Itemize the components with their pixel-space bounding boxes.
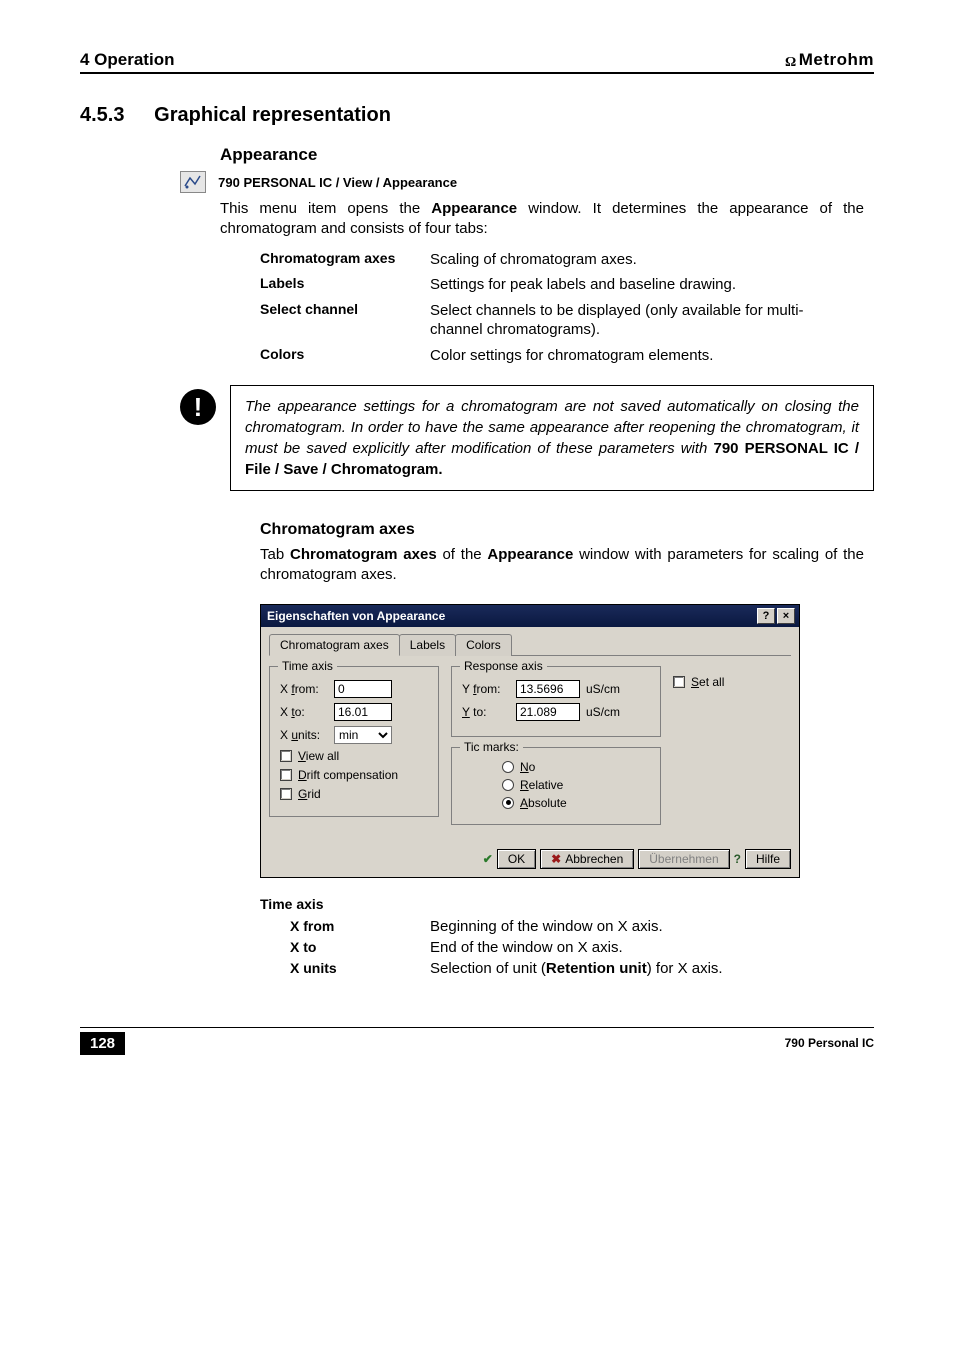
section-number: 4.5.3 bbox=[80, 104, 150, 127]
def-term: X from bbox=[290, 918, 430, 935]
viewall-checkbox[interactable] bbox=[280, 750, 292, 762]
def-desc: End of the window on X axis. bbox=[430, 939, 874, 956]
help-q-icon: ? bbox=[734, 852, 741, 866]
def-term: X to bbox=[290, 939, 430, 956]
dialog-help-button[interactable]: ? bbox=[757, 608, 775, 624]
tab-labels[interactable]: Labels bbox=[399, 634, 456, 656]
header-brand: ΩMetrohm bbox=[785, 50, 874, 70]
page-number: 128 bbox=[80, 1032, 125, 1055]
section-title: Graphical representation bbox=[154, 104, 391, 126]
apply-button[interactable]: Übernehmen bbox=[638, 849, 729, 869]
def-desc: Beginning of the window on X axis. bbox=[430, 918, 874, 935]
ok-check-icon: ✔ bbox=[483, 852, 493, 866]
def-term: Select channel bbox=[260, 301, 430, 340]
appearance-def-table: Chromatogram axesScaling of chromatogram… bbox=[260, 250, 874, 366]
xunits-label: X units: bbox=[280, 728, 328, 742]
warning-icon: ! bbox=[180, 389, 216, 425]
grid-label: Grid bbox=[298, 787, 321, 801]
header-chapter: 4 Operation bbox=[80, 50, 174, 70]
yfrom-input[interactable] bbox=[516, 680, 580, 698]
dialog-title: Eigenschaften von Appearance bbox=[267, 609, 755, 623]
def-desc: Selection of unit (Retention unit) for X… bbox=[430, 960, 874, 977]
tic-no-label: No bbox=[520, 760, 535, 774]
time-axis-def-table: X fromBeginning of the window on X axis.… bbox=[290, 918, 874, 977]
yfrom-label: Y from: bbox=[462, 682, 510, 696]
def-term: X units bbox=[290, 960, 430, 977]
tic-relative-label: Relative bbox=[520, 778, 563, 792]
tab-colors[interactable]: Colors bbox=[455, 634, 512, 656]
xfrom-label: X from: bbox=[280, 682, 328, 696]
yto-unit: uS/cm bbox=[586, 705, 620, 719]
tic-absolute-label: Absolute bbox=[520, 796, 567, 810]
xto-label: X to: bbox=[280, 705, 328, 719]
def-desc: Color settings for chromatogram elements… bbox=[430, 346, 874, 366]
footer-product: 790 Personal IC bbox=[785, 1036, 874, 1050]
tic-relative-radio[interactable] bbox=[502, 779, 514, 791]
cancel-button[interactable]: ✖Abbrechen bbox=[540, 849, 634, 869]
dialog-close-button[interactable]: × bbox=[777, 608, 795, 624]
yto-label: Y to: bbox=[462, 705, 510, 719]
note-box: The appearance settings for a chromatogr… bbox=[230, 385, 874, 491]
chrom-axes-heading: Chromatogram axes bbox=[260, 521, 874, 539]
def-desc: Scaling of chromatogram axes. bbox=[430, 250, 874, 270]
grid-checkbox[interactable] bbox=[280, 788, 292, 800]
dialog-tabstrip: Chromatogram axes Labels Colors bbox=[269, 633, 791, 656]
setall-checkbox[interactable] bbox=[673, 676, 685, 688]
appearance-intro: This menu item opens the Appearance wind… bbox=[220, 199, 864, 240]
setall-label: Set all bbox=[691, 675, 724, 689]
response-axis-group: Response axis bbox=[460, 659, 547, 673]
def-term: Labels bbox=[260, 275, 430, 295]
time-axis-heading: Time axis bbox=[260, 896, 874, 912]
appearance-heading: Appearance bbox=[220, 145, 874, 165]
time-axis-group: Time axis bbox=[278, 659, 337, 673]
def-desc: Select channels to be displayed (only av… bbox=[430, 301, 874, 340]
xto-input[interactable] bbox=[334, 703, 392, 721]
yfrom-unit: uS/cm bbox=[586, 682, 620, 696]
tic-marks-group: Tic marks: bbox=[460, 740, 523, 754]
xunits-select[interactable]: min bbox=[334, 726, 392, 744]
def-desc: Settings for peak labels and baseline dr… bbox=[430, 275, 874, 295]
appearance-dialog: Eigenschaften von Appearance ? × Chromat… bbox=[260, 604, 800, 878]
drift-checkbox[interactable] bbox=[280, 769, 292, 781]
tic-no-radio[interactable] bbox=[502, 761, 514, 773]
help-button[interactable]: Hilfe bbox=[745, 849, 791, 869]
ok-button[interactable]: OK bbox=[497, 849, 536, 869]
tab-chromatogram-axes[interactable]: Chromatogram axes bbox=[269, 634, 400, 656]
chrom-axes-intro: Tab Chromatogram axes of the Appearance … bbox=[260, 545, 864, 586]
xfrom-input[interactable] bbox=[334, 680, 392, 698]
def-term: Chromatogram axes bbox=[260, 250, 430, 270]
appearance-menu-icon bbox=[180, 171, 206, 193]
ohm-icon: Ω bbox=[785, 55, 797, 70]
tic-absolute-radio[interactable] bbox=[502, 797, 514, 809]
breadcrumb: 790 PERSONAL IC / View / Appearance bbox=[218, 175, 457, 190]
yto-input[interactable] bbox=[516, 703, 580, 721]
viewall-label: View all bbox=[298, 749, 339, 763]
drift-label: Drift compensation bbox=[298, 768, 398, 782]
def-term: Colors bbox=[260, 346, 430, 366]
cancel-x-icon: ✖ bbox=[551, 852, 561, 866]
